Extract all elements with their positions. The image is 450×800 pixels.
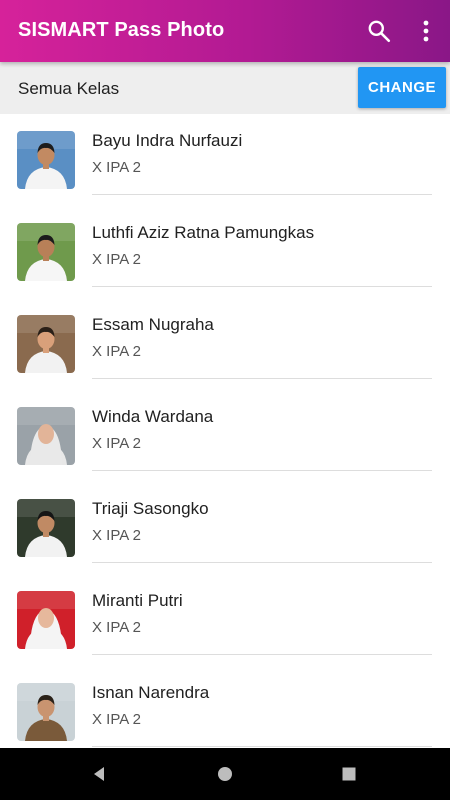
student-name: Winda Wardana bbox=[92, 407, 214, 426]
student-list-item[interactable]: Bayu Indra Nurfauzi X IPA 2 bbox=[0, 114, 450, 206]
more-vert-icon[interactable] bbox=[414, 18, 438, 44]
class-filter-label: Semua Kelas bbox=[18, 79, 120, 98]
app-title: SISMART Pass Photo bbox=[18, 19, 225, 41]
student-list-item[interactable]: Triaji Sasongko X IPA 2 bbox=[0, 482, 450, 574]
student-class: X IPA 2 bbox=[92, 159, 141, 176]
student-list-item[interactable]: Winda Wardana X IPA 2 bbox=[0, 390, 450, 482]
list-divider bbox=[92, 194, 432, 195]
student-name: Triaji Sasongko bbox=[92, 499, 209, 518]
student-name: Isnan Narendra bbox=[92, 683, 210, 702]
student-photo bbox=[17, 683, 75, 741]
student-class: X IPA 2 bbox=[92, 527, 141, 544]
list-divider bbox=[92, 470, 432, 471]
search-icon[interactable] bbox=[366, 18, 392, 44]
app-bar: SISMART Pass Photo bbox=[0, 0, 450, 62]
student-photo bbox=[17, 131, 75, 189]
student-photo bbox=[17, 591, 75, 649]
student-photo bbox=[17, 315, 75, 373]
student-list-item[interactable]: Isnan Narendra X IPA 2 bbox=[0, 666, 450, 748]
student-list-item[interactable]: Essam Nugraha X IPA 2 bbox=[0, 298, 450, 390]
change-class-button[interactable]: CHANGE bbox=[358, 67, 446, 108]
student-class: X IPA 2 bbox=[92, 711, 141, 728]
list-divider bbox=[92, 378, 432, 379]
student-list-item[interactable]: Luthfi Aziz Ratna Pamungkas X IPA 2 bbox=[0, 206, 450, 298]
back-icon[interactable] bbox=[88, 762, 112, 786]
student-class: X IPA 2 bbox=[92, 251, 141, 268]
system-navigation-bar bbox=[0, 748, 450, 800]
student-name: Essam Nugraha bbox=[92, 315, 214, 334]
student-photo bbox=[17, 223, 75, 281]
recents-icon[interactable] bbox=[337, 762, 361, 786]
class-filter-bar: Semua Kelas CHANGE bbox=[0, 62, 450, 114]
list-divider bbox=[92, 562, 432, 563]
student-name: Luthfi Aziz Ratna Pamungkas bbox=[92, 223, 315, 242]
student-list: Bayu Indra Nurfauzi X IPA 2 Luthfi Aziz R… bbox=[0, 114, 450, 748]
student-name: Bayu Indra Nurfauzi bbox=[92, 131, 243, 150]
student-class: X IPA 2 bbox=[92, 435, 141, 452]
list-divider bbox=[92, 654, 432, 655]
student-class: X IPA 2 bbox=[92, 619, 141, 636]
list-divider bbox=[92, 746, 432, 747]
home-icon[interactable] bbox=[213, 762, 237, 786]
student-list-item[interactable]: Miranti Putri X IPA 2 bbox=[0, 574, 450, 666]
student-name: Miranti Putri bbox=[92, 591, 183, 610]
student-photo bbox=[17, 499, 75, 557]
student-class: X IPA 2 bbox=[92, 343, 141, 360]
student-photo bbox=[17, 407, 75, 465]
list-divider bbox=[92, 286, 432, 287]
